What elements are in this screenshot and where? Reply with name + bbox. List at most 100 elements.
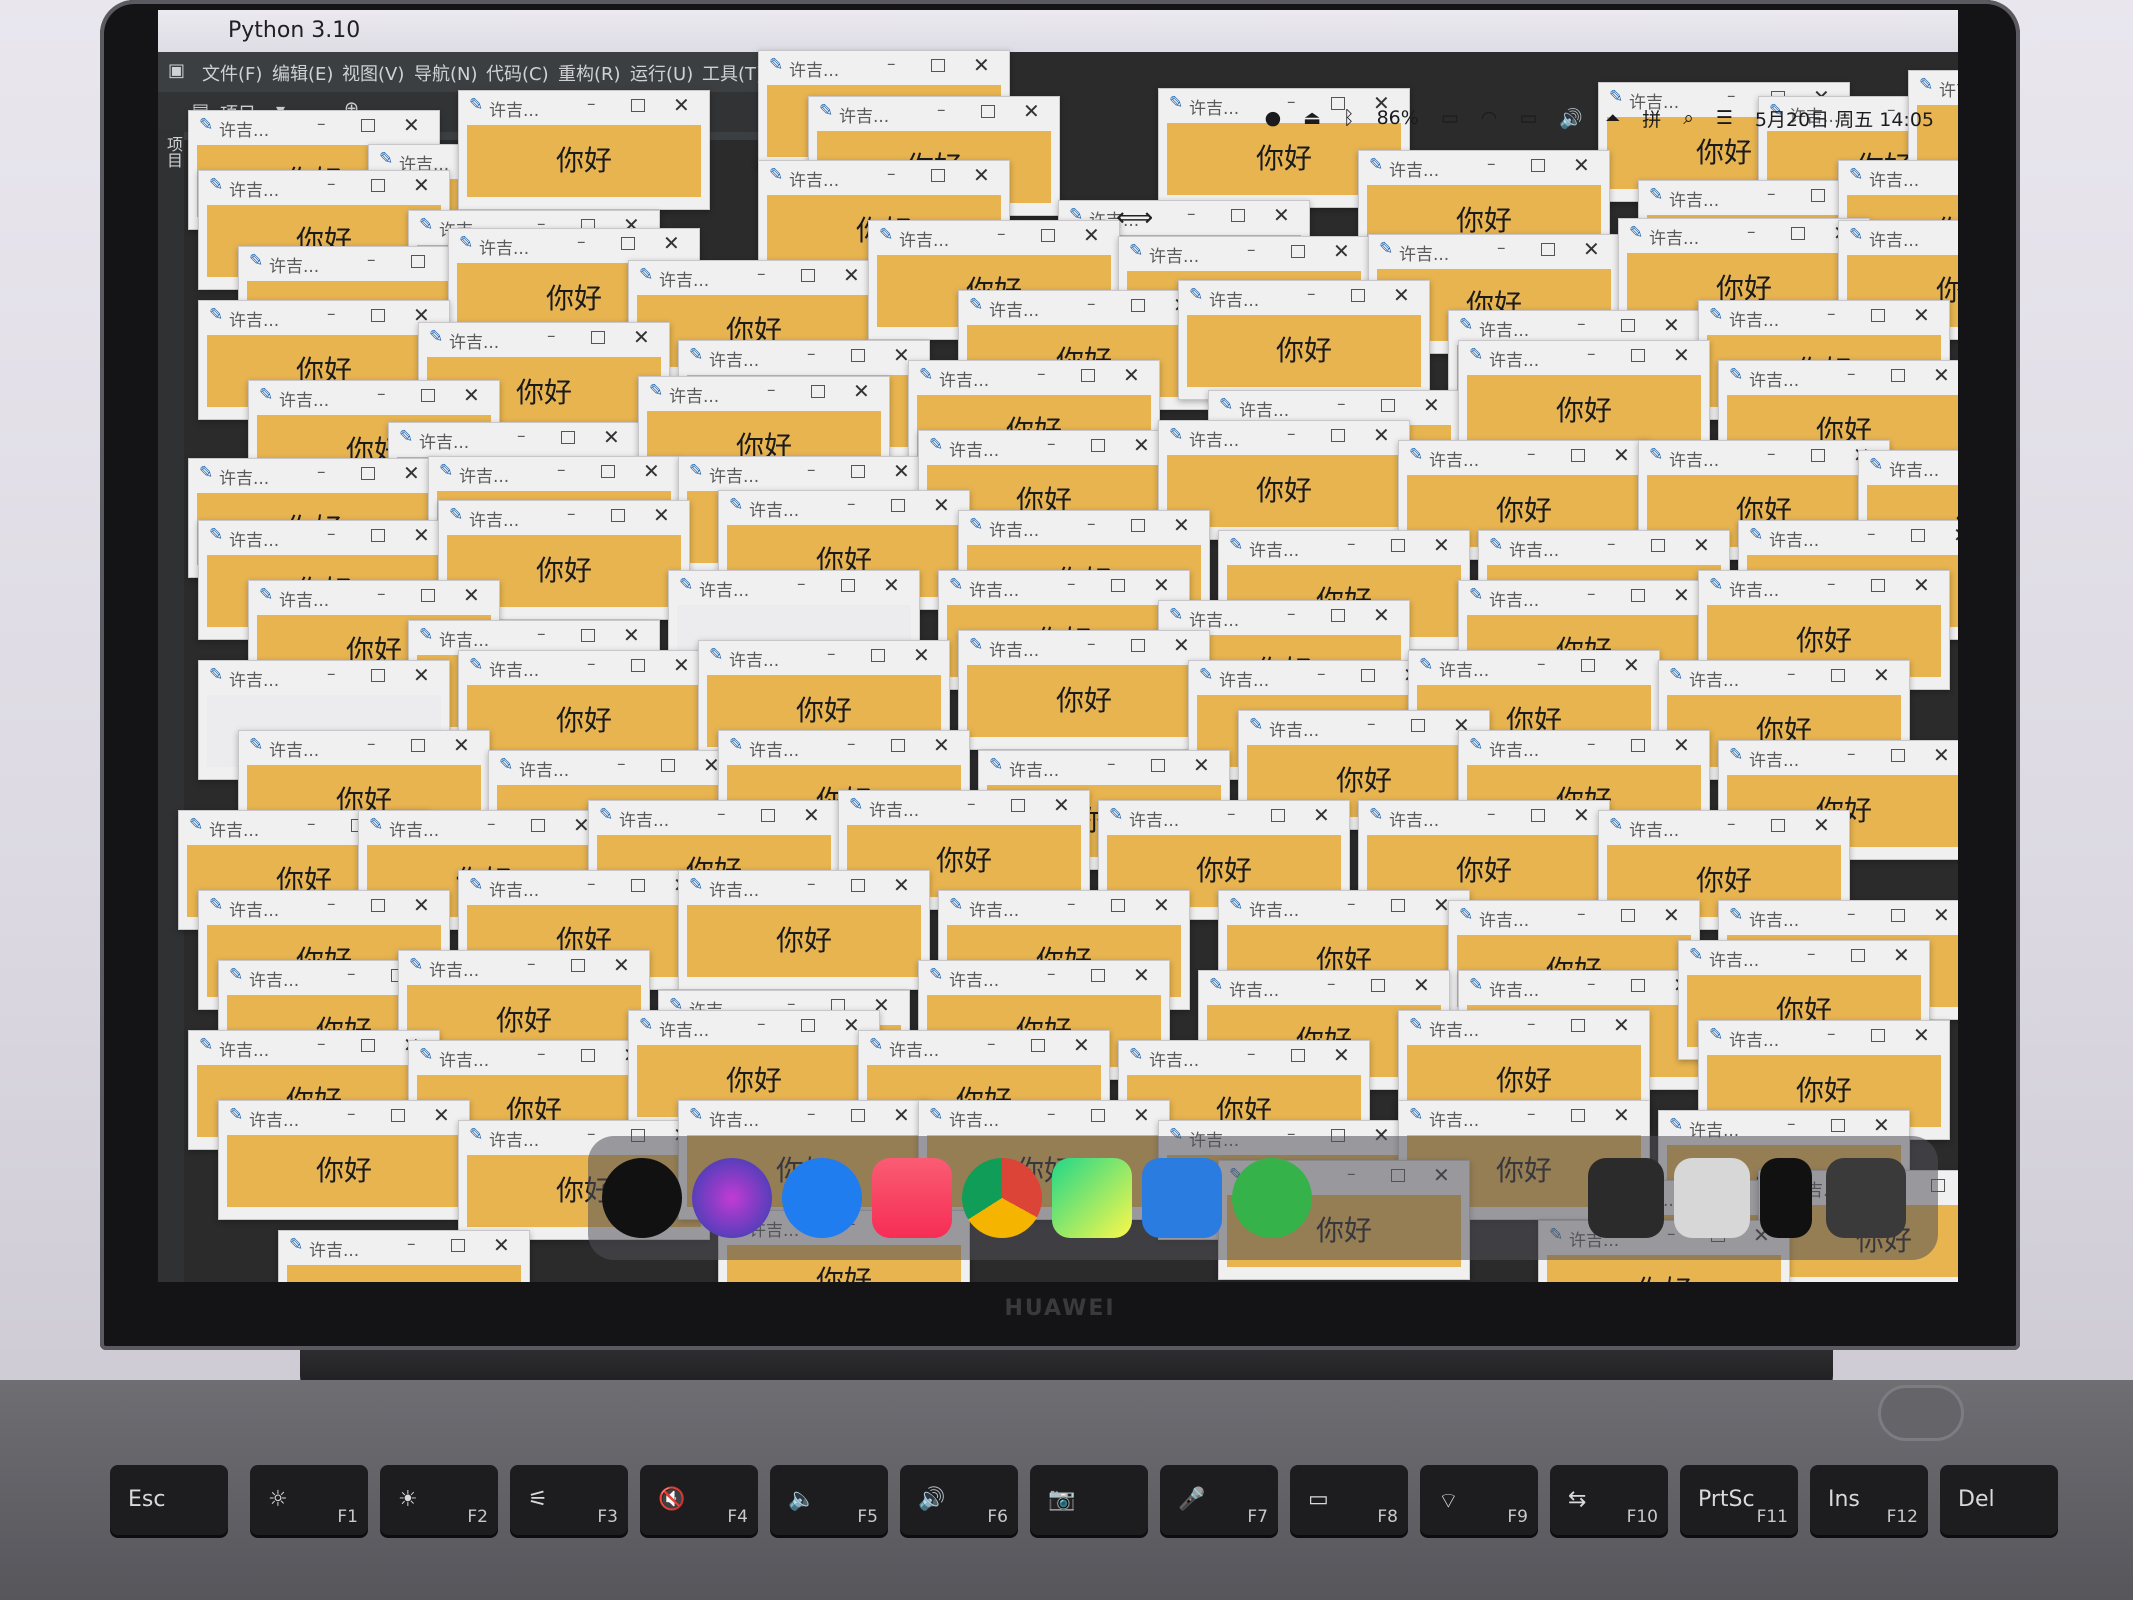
close-icon[interactable]: ✕ (1153, 573, 1170, 597)
maximize-icon[interactable] (1291, 245, 1305, 258)
maximize-icon[interactable] (1531, 159, 1545, 172)
dialog-titlebar[interactable]: ✎许吉...–✕ (1739, 521, 1958, 551)
recent-window-2[interactable] (1674, 1158, 1750, 1238)
key-f1[interactable]: ☼ F1 (250, 1465, 368, 1535)
maximize-icon[interactable] (391, 1109, 405, 1122)
message-dialog[interactable]: ✎许吉... – ✕ 你好 (278, 1230, 530, 1282)
dialog-titlebar[interactable]: ✎许吉...–✕ (939, 571, 1189, 601)
minimize-icon[interactable]: – (317, 1034, 326, 1054)
close-icon[interactable]: ✕ (1933, 743, 1950, 767)
maximize-icon[interactable] (611, 509, 625, 522)
dialog-titlebar[interactable]: ✎许吉...–✕ (1159, 421, 1409, 451)
maximize-icon[interactable] (421, 389, 435, 402)
minimize-icon[interactable]: – (757, 1014, 766, 1034)
clock-datetime[interactable]: 5月20日 周五 14:05 (1755, 105, 1934, 132)
menu-edit[interactable]: 编辑(E) (272, 60, 333, 86)
dialog-titlebar[interactable]: ✎许吉...–✕ (439, 501, 689, 531)
close-icon[interactable]: ✕ (1193, 753, 1210, 777)
dialog-titlebar[interactable]: ✎许吉...–✕ (1449, 901, 1699, 931)
dialog-titlebar[interactable]: ✎许吉...–✕ (1909, 71, 1958, 101)
key-esc[interactable]: Esc (110, 1465, 228, 1535)
minimize-icon[interactable]: – (1607, 534, 1616, 554)
minimize-icon[interactable]: – (807, 1104, 816, 1124)
minimize-icon[interactable]: – (797, 574, 806, 594)
dialog-titlebar[interactable]: ✎许吉...–✕ (399, 951, 649, 981)
minimize-icon[interactable]: – (1107, 754, 1116, 774)
recent-window-4[interactable] (1826, 1158, 1906, 1238)
maximize-icon[interactable] (1791, 227, 1805, 240)
minimize-icon[interactable]: – (1867, 524, 1876, 544)
maximize-icon[interactable] (1831, 1119, 1845, 1132)
minimize-icon[interactable]: – (1787, 664, 1796, 684)
dialog-titlebar[interactable]: ✎许吉...–✕ (189, 459, 439, 489)
message-dialog[interactable]: ✎许吉... – ✕ 你好 (218, 1100, 470, 1220)
maximize-icon[interactable] (1331, 609, 1345, 622)
minimize-icon[interactable]: – (1587, 974, 1596, 994)
minimize-icon[interactable]: – (577, 232, 586, 252)
minimize-icon[interactable]: – (537, 624, 546, 644)
minimize-icon[interactable]: – (1727, 814, 1736, 834)
close-icon[interactable]: ✕ (1023, 99, 1040, 123)
minimize-icon[interactable]: – (327, 664, 336, 684)
close-icon[interactable]: ✕ (463, 583, 480, 607)
airplay-icon[interactable]: ⏶ (1605, 107, 1620, 129)
dialog-titlebar[interactable]: ✎许吉...–✕ (959, 511, 1209, 541)
dialog-titlebar[interactable]: ✎许吉...–✕ (1099, 801, 1349, 831)
minimize-icon[interactable]: – (1227, 804, 1236, 824)
close-icon[interactable]: ✕ (1433, 533, 1450, 557)
dialog-titlebar[interactable]: ✎许吉...–✕ (459, 91, 709, 121)
maximize-icon[interactable] (1811, 189, 1825, 202)
maximize-icon[interactable] (411, 255, 425, 268)
minimize-icon[interactable]: – (367, 734, 376, 754)
minimize-icon[interactable]: – (1047, 434, 1056, 454)
minimize-icon[interactable]: – (1187, 204, 1196, 224)
maximize-icon[interactable] (1891, 909, 1905, 922)
dialog-titlebar[interactable]: ✎许吉...–✕ (239, 731, 489, 761)
close-icon[interactable]: ✕ (1413, 973, 1430, 997)
message-dialog[interactable]: ✎许吉... – ✕ 你好 (458, 90, 710, 210)
close-icon[interactable]: ✕ (1423, 393, 1440, 417)
search-icon[interactable]: ⌕ (1683, 107, 1694, 129)
dialog-titlebar[interactable]: ✎许吉...–✕ (809, 97, 1059, 127)
maximize-icon[interactable] (1571, 449, 1585, 462)
minimize-icon[interactable]: – (987, 1034, 996, 1054)
dialog-titlebar[interactable]: ✎许吉...–✕ (409, 1041, 659, 1071)
minimize-icon[interactable]: – (1247, 240, 1256, 260)
dialog-titlebar[interactable]: ✎许吉...–✕ (699, 641, 949, 671)
maximize-icon[interactable] (1111, 899, 1125, 912)
dialog-titlebar[interactable]: ✎许吉...–✕ (1619, 219, 1869, 249)
maximize-icon[interactable] (851, 879, 865, 892)
minimize-icon[interactable]: – (1807, 944, 1816, 964)
minimize-icon[interactable]: – (1487, 154, 1496, 174)
dialog-titlebar[interactable]: ✎许吉...–✕ (1699, 301, 1949, 331)
close-icon[interactable]: ✕ (403, 461, 420, 485)
maximize-icon[interactable] (1571, 1019, 1585, 1032)
dialog-titlebar[interactable]: ✎许吉...–✕ (959, 291, 1209, 321)
minimize-icon[interactable]: – (807, 460, 816, 480)
minimize-icon[interactable]: – (1527, 1104, 1536, 1124)
close-icon[interactable]: ✕ (913, 643, 930, 667)
close-icon[interactable]: ✕ (1373, 603, 1390, 627)
menu-navigate[interactable]: 导航(N) (414, 60, 478, 86)
maximize-icon[interactable] (1531, 809, 1545, 822)
maximize-icon[interactable] (1091, 1109, 1105, 1122)
dialog-titlebar[interactable]: ✎许吉...–✕ (669, 571, 919, 601)
dialog-titlebar[interactable]: ✎许吉...–✕ (1239, 711, 1489, 741)
dialog-titlebar[interactable]: ✎许吉...–✕ (1659, 661, 1909, 691)
dialog-titlebar[interactable]: ✎许吉...–✕ (1159, 601, 1409, 631)
close-icon[interactable]: ✕ (1873, 663, 1890, 687)
dialog-titlebar[interactable]: ✎许吉...–✕ (449, 229, 699, 259)
minimize-icon[interactable]: – (847, 734, 856, 754)
minimize-icon[interactable]: – (1347, 894, 1356, 914)
power-button[interactable] (1878, 1385, 1964, 1441)
dialog-titlebar[interactable]: ✎许吉...–✕ (1369, 235, 1619, 265)
dialog-titlebar[interactable]: ✎许吉...–✕ (839, 791, 1089, 821)
close-icon[interactable]: ✕ (1173, 513, 1190, 537)
close-icon[interactable]: ✕ (1173, 633, 1190, 657)
maximize-icon[interactable] (851, 465, 865, 478)
key-f7[interactable]: 🎤 F7 (1160, 1465, 1278, 1535)
control-center-icon[interactable]: ☰ (1716, 107, 1733, 129)
dialog-titlebar[interactable]: ✎许吉...–✕ (1449, 311, 1699, 341)
maximize-icon[interactable] (631, 99, 645, 112)
close-icon[interactable]: ✕ (663, 231, 680, 255)
